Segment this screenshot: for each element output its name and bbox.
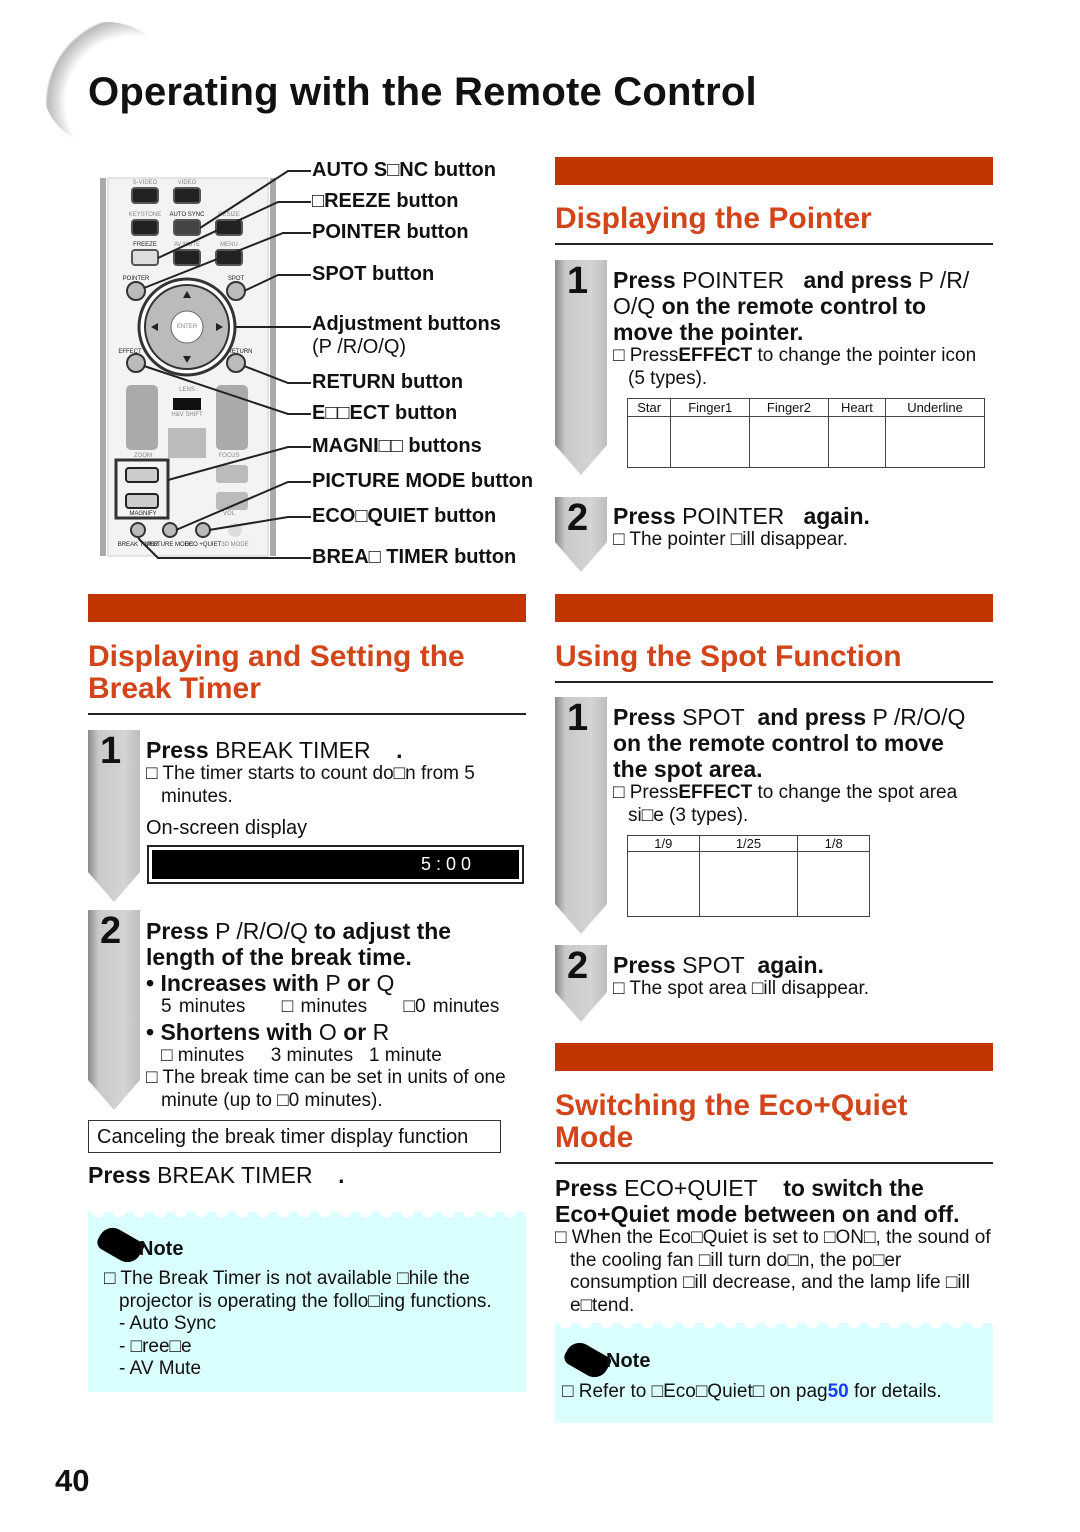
label-pointer-button: POINTER button <box>312 221 469 243</box>
key-keystone: KEYSTONE <box>129 212 162 218</box>
pointer-types-table: Star Finger1 Finger2 Heart Underline <box>626 398 985 468</box>
pointer-step2: Press POINTER again. □ The pointer □ill … <box>613 503 870 550</box>
label-picture-mode-button: PICTURE MODE button <box>312 470 534 492</box>
section-bar <box>555 594 993 622</box>
break-heading: Displaying and Setting the Break Timer <box>88 640 465 705</box>
label-adjustment-buttons: Adjustment buttons <box>312 313 501 335</box>
label-break-timer-button: BREA□ TIMER button <box>312 546 517 568</box>
step-number: 1 <box>567 697 589 739</box>
pencil-icon <box>561 1337 613 1383</box>
section-bar <box>88 594 526 622</box>
eco-instruction: Press ECO+QUIET to switch the Eco+Quiet … <box>555 1175 991 1316</box>
timer-value: 5 : 0 0 <box>152 850 519 879</box>
step-arrow: 1 <box>88 730 140 902</box>
step-number: 2 <box>567 497 589 539</box>
key-magnify: MAGNIFY <box>129 511 156 517</box>
note-title: Note <box>606 1350 651 1372</box>
key-eco: ECO +QUIET <box>185 542 222 548</box>
key-zoom: ZOOM <box>134 453 152 459</box>
label-return-button: RETURN button <box>312 371 464 393</box>
key-enter: ENTER <box>177 324 198 330</box>
cancel-instruction: Press BREAK TIMER . <box>88 1162 345 1188</box>
key-menu: MENU <box>220 242 238 248</box>
divider <box>88 713 526 715</box>
label-eco-quiet-button: ECO□QUIET button <box>312 505 497 527</box>
step-number: 2 <box>567 945 589 987</box>
key-focus: FOCUS <box>219 453 240 459</box>
label-spot-button: SPOT button <box>312 263 435 285</box>
key-video: VIDEO <box>178 180 197 186</box>
spot-sizes-table: 1/9 1/25 1/8 <box>627 835 870 917</box>
pointer-step1: Press POINTER and press P /R/ O/Q on the… <box>613 267 977 389</box>
spot-step1: Press SPOT and press P /R/O/Q on the rem… <box>613 704 966 826</box>
divider <box>555 243 993 245</box>
divider <box>555 1162 993 1164</box>
break-note: Note □ The Break Timer is not available … <box>88 1211 526 1392</box>
label-auto-sync-button: AUTO S□NC button <box>312 159 496 181</box>
eco-note: Note □ Refer to □Eco□Quiet□ on pag50 for… <box>555 1322 993 1423</box>
eco-heading: Switching the Eco+Quiet Mode <box>555 1089 908 1154</box>
step-arrow: 1 <box>555 697 607 934</box>
break-step1: Press BREAK TIMER . □ The timer starts t… <box>146 737 475 839</box>
label-effect-button: E□□ECT button <box>312 402 458 424</box>
label-magnify-buttons: MAGNI□□ buttons <box>312 435 482 457</box>
key-svideo: S-VIDEO <box>133 180 158 186</box>
cancel-section-label: Canceling the break timer display functi… <box>88 1120 501 1153</box>
step-number: 1 <box>567 260 589 302</box>
key-freeze: FREEZE <box>133 242 157 248</box>
pointer-heading: Displaying the Pointer <box>555 202 872 235</box>
divider <box>555 681 993 683</box>
note-title: Note <box>139 1238 184 1260</box>
step-arrow: 2 <box>555 945 607 1022</box>
label-adjustment-keys: (P /R/O/Q) <box>312 336 407 358</box>
step-arrow: 1 <box>555 260 607 475</box>
key-hvshift: H&V SHIFT <box>171 412 203 418</box>
label-freeze-button: □REEZE button <box>312 190 459 212</box>
break-step2: Press P /R/O/Q to adjust the length of t… <box>146 918 506 1111</box>
page-title: Operating with the Remote Control <box>88 70 757 114</box>
remote-control-illustration: S-VIDEO VIDEO KEYSTONE AUTO SYNC RESIZE … <box>100 170 311 559</box>
key-autosync: AUTO SYNC <box>170 212 206 218</box>
spot-heading: Using the Spot Function <box>555 640 902 673</box>
section-bar <box>555 1043 993 1071</box>
step-number: 2 <box>100 910 122 952</box>
key-vol: VOL <box>223 511 236 517</box>
spot-step2: Press SPOT again. □ The spot area □ill d… <box>613 952 870 999</box>
step-arrow: 2 <box>555 497 607 572</box>
page-link[interactable]: 50 <box>828 1381 849 1402</box>
key-3d: 3D MODE <box>221 542 248 548</box>
page-number: 40 <box>55 1463 90 1498</box>
on-screen-display: 5 : 0 0 <box>147 845 524 884</box>
step-arrow: 2 <box>88 910 140 1110</box>
section-bar <box>555 157 993 185</box>
pencil-icon <box>94 1222 146 1268</box>
key-lens: LENS <box>179 387 195 393</box>
step-number: 1 <box>100 730 122 772</box>
